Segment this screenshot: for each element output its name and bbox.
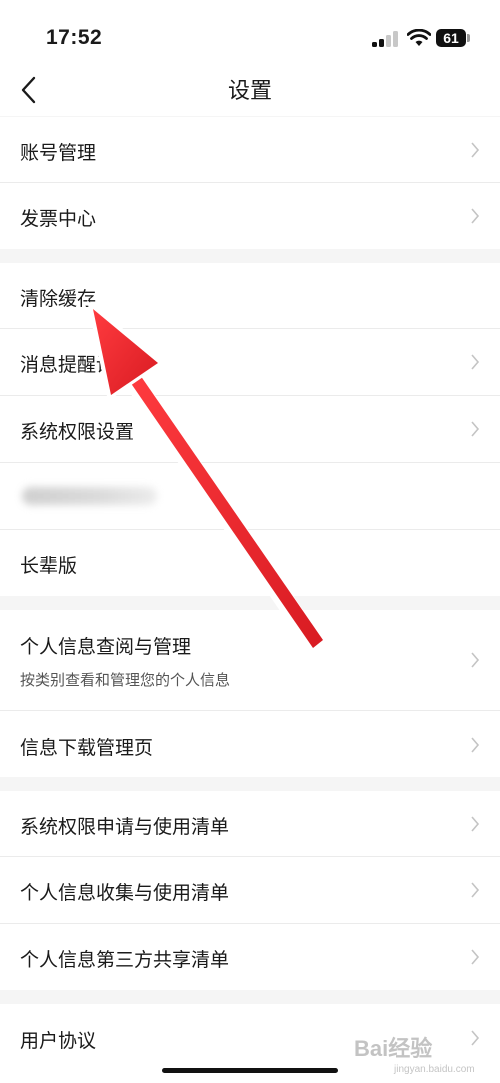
watermark-subtext: jingyan.baidu.com [393, 1064, 475, 1075]
status-bar: 17:52 61 [0, 0, 500, 64]
settings-group-privacy: 个人信息查阅与管理 按类别查看和管理您的个人信息 信息下载管理页 [0, 610, 500, 777]
settings-group-account: 账号管理 发票中心 [0, 117, 500, 249]
settings-item-label: 信息下载管理页 [20, 738, 154, 759]
settings-item-elder-mode[interactable]: 长辈版 [0, 530, 500, 596]
chevron-right-icon [471, 208, 480, 224]
settings-item-label: 系统权限设置 [20, 422, 135, 443]
settings-item-label: 清除缓存 [20, 289, 97, 310]
settings-item-label: 发票中心 [20, 209, 97, 230]
chevron-right-icon [471, 652, 480, 668]
settings-item-label: 个人信息查阅与管理 [20, 637, 192, 658]
wifi-icon [407, 29, 431, 46]
page-title: 设置 [227, 78, 272, 103]
settings-item-label: 用户协议 [20, 1031, 97, 1052]
chevron-right-icon [471, 142, 480, 158]
chevron-right-icon [471, 421, 480, 437]
chevron-right-icon [471, 737, 480, 753]
settings-item-label: 消息提醒设置 [20, 355, 135, 376]
settings-item-collection-list[interactable]: 个人信息收集与使用清单 [0, 857, 500, 923]
battery-icon: 61 [436, 29, 466, 47]
settings-item-third-party-list[interactable]: 个人信息第三方共享清单 [0, 924, 500, 990]
settings-item-personal-info-management[interactable]: 个人信息查阅与管理 按类别查看和管理您的个人信息 [0, 610, 500, 710]
settings-group-lists: 系统权限申请与使用清单 个人信息收集与使用清单 个人信息第三方共享清单 [0, 791, 500, 990]
settings-item-permission-list[interactable]: 系统权限申请与使用清单 [0, 791, 500, 856]
navigation-bar: 设置 [0, 64, 500, 116]
chevron-right-icon [471, 354, 480, 370]
settings-item-label: 长辈版 [20, 556, 78, 577]
chevron-right-icon [471, 882, 480, 898]
settings-item-label: 系统权限申请与使用清单 [20, 817, 230, 838]
blurred-label [22, 487, 157, 505]
settings-item-label: 个人信息第三方共享清单 [20, 950, 230, 971]
settings-item-info-download[interactable]: 信息下载管理页 [0, 711, 500, 777]
battery-tip [467, 34, 470, 42]
settings-item-label: 账号管理 [20, 143, 97, 164]
chevron-right-icon [471, 816, 480, 832]
settings-group-general: 清除缓存 消息提醒设置 系统权限设置 长辈版 [0, 263, 500, 596]
settings-item-subtitle: 按类别查看和管理您的个人信息 [20, 672, 231, 689]
settings-item-invoice-center[interactable]: 发票中心 [0, 183, 500, 249]
chevron-right-icon [471, 949, 480, 965]
settings-item-label: 个人信息收集与使用清单 [20, 883, 230, 904]
status-time: 17:52 [46, 26, 103, 49]
home-indicator[interactable] [162, 1068, 338, 1073]
settings-item-message-reminder[interactable]: 消息提醒设置 [0, 329, 500, 395]
watermark-text: Bai经验 [354, 1036, 432, 1061]
settings-item-blurred[interactable] [0, 463, 500, 529]
signal-icon [372, 31, 402, 47]
settings-item-clear-cache[interactable]: 清除缓存 [0, 263, 500, 328]
settings-item-account-management[interactable]: 账号管理 [0, 117, 500, 182]
settings-item-system-permissions[interactable]: 系统权限设置 [0, 396, 500, 462]
watermark: Bai经验 jingyan.baidu.com [350, 1028, 490, 1076]
